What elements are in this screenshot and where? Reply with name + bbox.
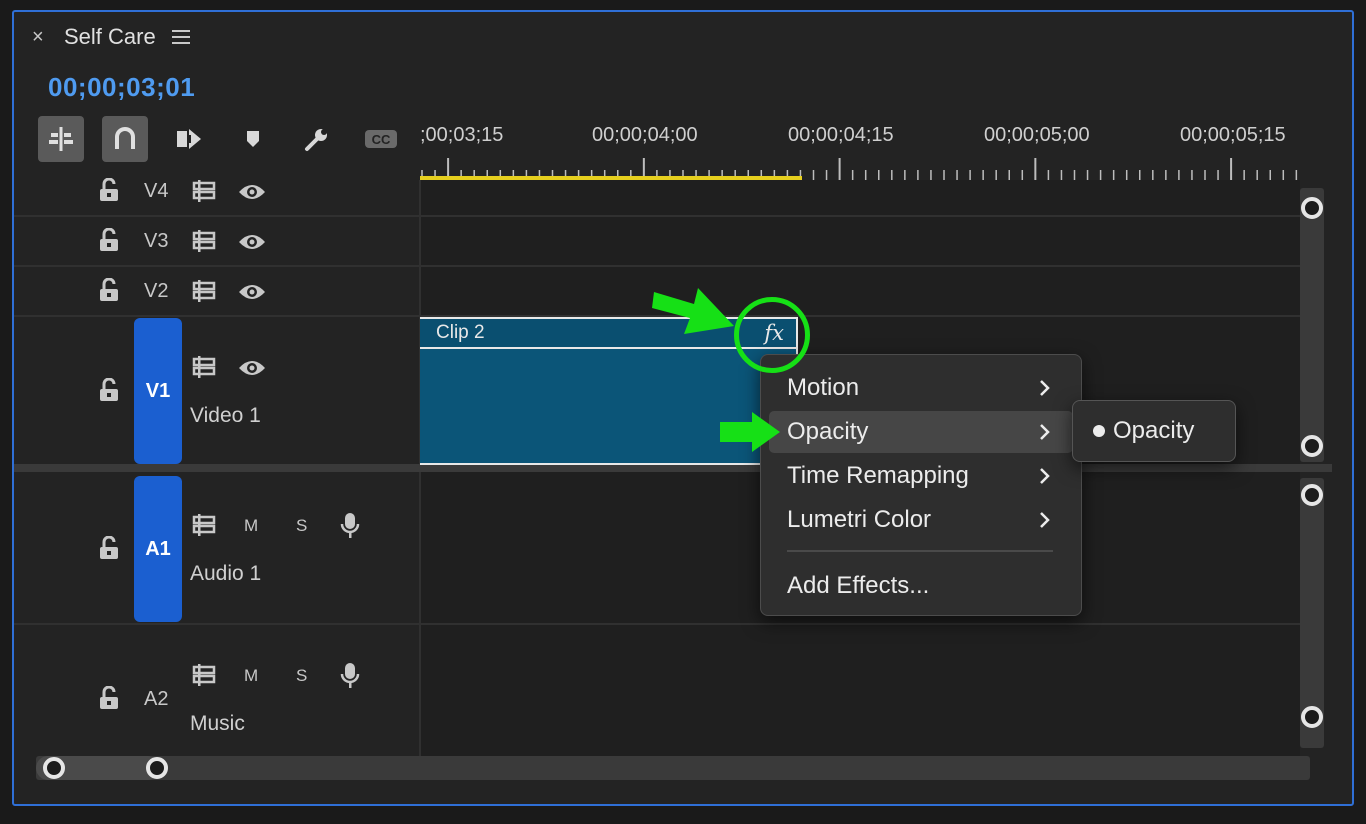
solo-button[interactable]: S — [296, 666, 307, 686]
marker-icon — [247, 131, 259, 147]
add-marker-button[interactable] — [230, 116, 276, 162]
eye-icon[interactable] — [238, 182, 266, 202]
track-id-v2: V2 — [144, 280, 169, 302]
magnet-icon — [115, 127, 135, 149]
menu-item-label: Add Effects... — [787, 572, 930, 599]
microphone-icon[interactable] — [340, 662, 360, 690]
annotation-arrow-icon — [720, 412, 780, 452]
microphone-icon[interactable] — [340, 512, 360, 540]
video-scroll-handle-bottom[interactable] — [1301, 435, 1323, 457]
track-separator — [14, 215, 1300, 217]
playhead-timecode[interactable]: 00;00;03;01 — [48, 72, 195, 103]
track-id-v3: V3 — [144, 230, 169, 252]
timeline-settings-button[interactable] — [294, 116, 340, 162]
menu-item-motion[interactable]: Motion — [769, 367, 1073, 409]
unlocked-lock-icon[interactable] — [98, 686, 120, 710]
video-vertical-scrollbar[interactable] — [1300, 188, 1324, 462]
linked-selection-button[interactable] — [166, 116, 212, 162]
track-name-music[interactable]: Music — [190, 712, 245, 736]
close-panel-button[interactable]: × — [32, 26, 44, 49]
menu-item-time-remapping[interactable]: Time Remapping — [769, 455, 1073, 497]
chevron-right-icon — [1040, 424, 1050, 440]
unlocked-lock-icon[interactable] — [98, 378, 120, 402]
ruler-label: 00;00;04;00 — [592, 124, 698, 146]
horizontal-zoom-scrollbar[interactable] — [36, 756, 1310, 780]
unlocked-lock-icon[interactable] — [98, 178, 120, 202]
chevron-right-icon — [1040, 512, 1050, 528]
submenu-item-opacity[interactable]: Opacity — [1113, 417, 1194, 445]
track-separator — [14, 265, 1300, 267]
menu-item-lumetri-color[interactable]: Lumetri Color — [769, 499, 1073, 541]
snap-button[interactable] — [102, 116, 148, 162]
sync-lock-icon[interactable] — [192, 514, 218, 536]
nest-icon — [49, 127, 73, 151]
captions-button[interactable]: CC — [358, 116, 404, 162]
track-name-video-1[interactable]: Video 1 — [190, 404, 261, 428]
unlocked-lock-icon[interactable] — [98, 278, 120, 302]
eye-icon[interactable] — [238, 232, 266, 252]
annotation-arrow-icon — [652, 288, 734, 334]
ruler-label: 00;00;05;00 — [984, 124, 1090, 146]
track-separator — [14, 623, 1300, 625]
svg-text:CC: CC — [372, 132, 391, 147]
unlocked-lock-icon[interactable] — [98, 228, 120, 252]
menu-item-label: Lumetri Color — [787, 506, 932, 533]
opacity-submenu[interactable]: Opacity — [1072, 400, 1236, 462]
chevron-right-icon — [1040, 380, 1050, 396]
menu-item-label: Opacity — [787, 418, 869, 445]
audio-video-divider[interactable] — [14, 464, 1332, 472]
source-patch-v1[interactable]: V1 — [134, 318, 182, 464]
source-patch-a1[interactable]: A1 — [134, 476, 182, 622]
sync-lock-icon[interactable] — [192, 230, 218, 252]
chevron-right-icon — [1040, 468, 1050, 484]
mute-button[interactable]: M — [244, 666, 258, 686]
wrench-icon — [305, 129, 327, 151]
timeline-panel: × Self Care 00;00;03;01 CC ;00;03;15 00;… — [12, 10, 1354, 806]
sync-lock-icon[interactable] — [192, 180, 218, 202]
panel-menu-icon[interactable] — [172, 30, 190, 44]
checked-bullet-icon — [1093, 425, 1105, 437]
solo-button[interactable]: S — [296, 516, 307, 536]
track-name-audio-1[interactable]: Audio 1 — [190, 562, 261, 586]
audio-scroll-handle-bottom[interactable] — [1301, 706, 1323, 728]
mute-button[interactable]: M — [244, 516, 258, 536]
ruler-label: ;00;03;15 — [420, 124, 504, 146]
menu-item-opacity[interactable]: Opacity — [769, 411, 1073, 453]
ruler-label: 00;00;05;15 — [1180, 124, 1286, 146]
ruler-label: 00;00;04;15 — [788, 124, 894, 146]
menu-separator — [787, 550, 1053, 552]
annotation-highlight-circle — [734, 297, 810, 373]
sync-lock-icon[interactable] — [192, 664, 218, 686]
track-id-v4: V4 — [144, 180, 169, 202]
video-scroll-handle-top[interactable] — [1301, 197, 1323, 219]
menu-item-add-effects[interactable]: Add Effects... — [769, 565, 1073, 607]
unlocked-lock-icon[interactable] — [98, 536, 120, 560]
eye-icon[interactable] — [238, 358, 266, 378]
sequence-tab-title[interactable]: Self Care — [64, 24, 156, 50]
sync-lock-icon[interactable] — [192, 356, 218, 378]
clip-name: Clip 2 — [436, 322, 485, 343]
audio-scroll-handle-top[interactable] — [1301, 484, 1323, 506]
menu-item-label: Time Remapping — [787, 462, 969, 489]
zoom-handle-left[interactable] — [43, 757, 65, 779]
nest-sequence-button[interactable] — [38, 116, 84, 162]
track-id-a2: A2 — [144, 688, 169, 710]
zoom-handle-right[interactable] — [146, 757, 168, 779]
eye-icon[interactable] — [238, 282, 266, 302]
linked-selection-icon — [177, 129, 201, 149]
clip-effects-context-menu: Motion Opacity Time Remapping Lumetri Co… — [760, 354, 1082, 616]
time-ruler[interactable]: ;00;03;15 00;00;04;00 00;00;04;15 00;00;… — [420, 120, 1310, 180]
menu-item-label: Motion — [787, 374, 860, 401]
sync-lock-icon[interactable] — [192, 280, 218, 302]
closed-captions-icon: CC — [365, 130, 397, 148]
